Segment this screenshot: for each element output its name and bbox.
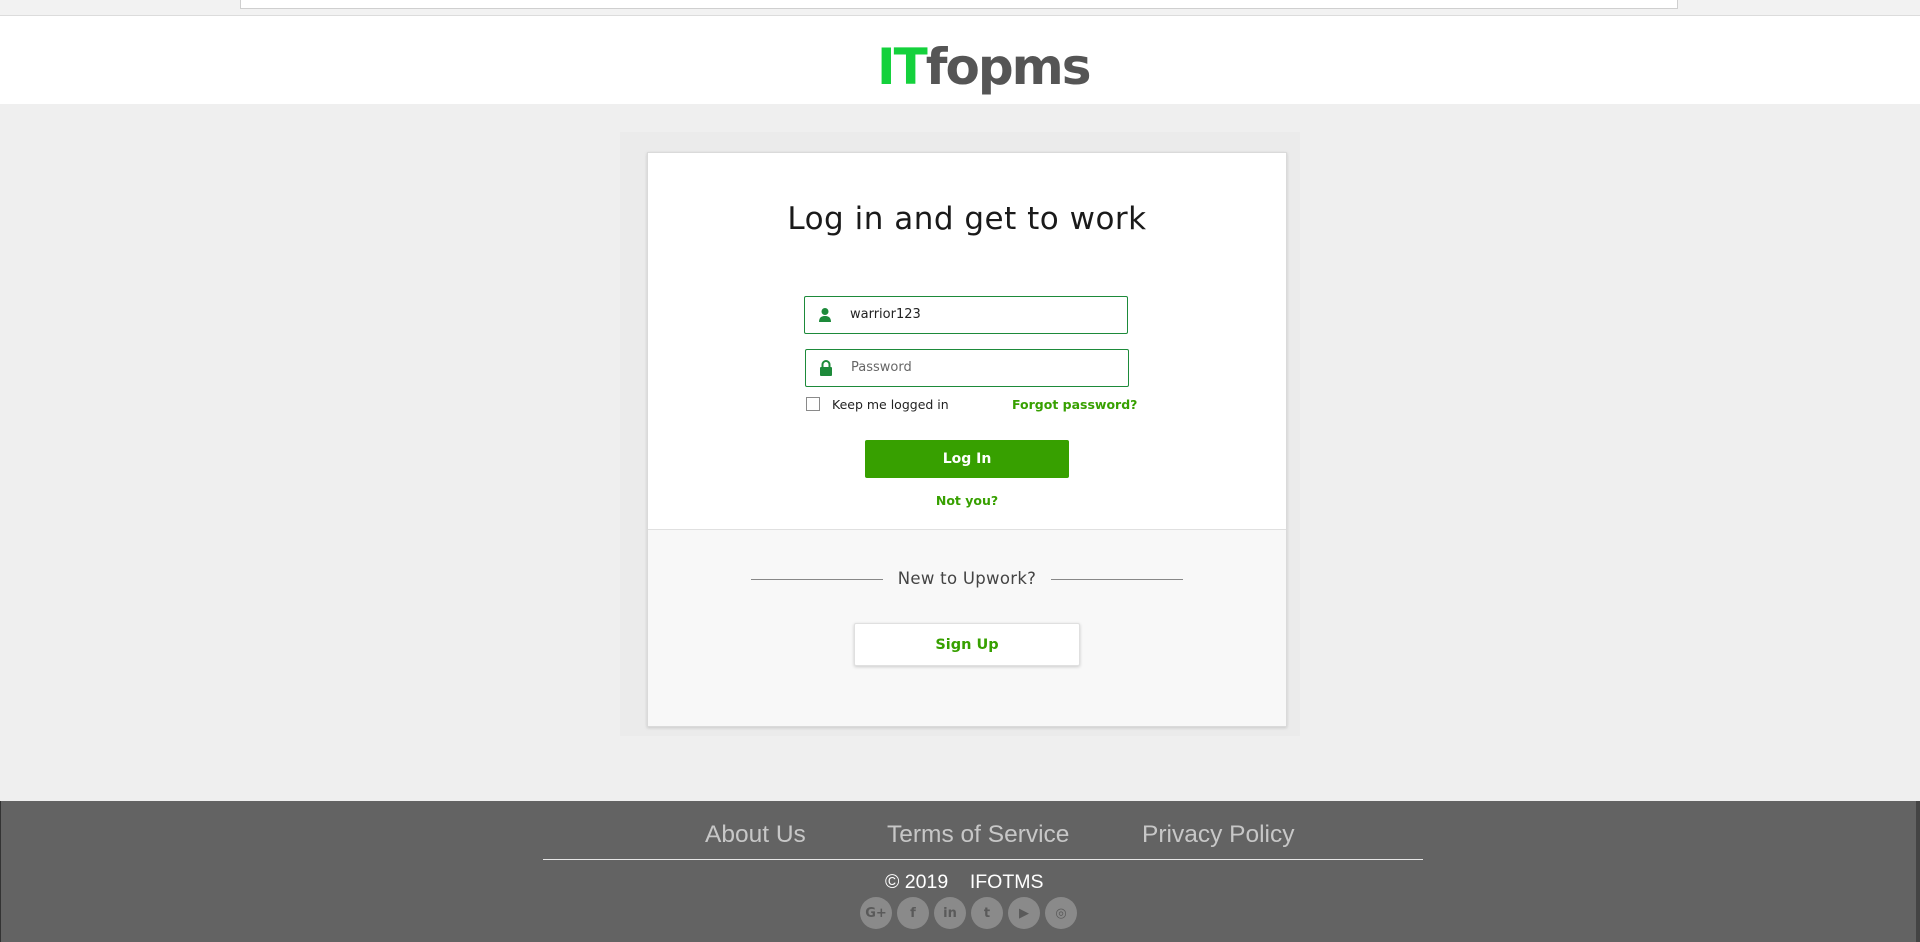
instagram-icon[interactable]: ◎ (1045, 897, 1077, 929)
social-links: G+ f in t ▶ ◎ (860, 897, 1077, 929)
password-field[interactable] (805, 349, 1129, 387)
login-button[interactable]: Log In (865, 440, 1069, 478)
signup-section: New to Upwork? Sign Up (648, 529, 1286, 726)
footer-link-about[interactable]: About Us (705, 821, 806, 849)
site-header: ITfopms (0, 16, 1920, 104)
signup-button[interactable]: Sign Up (854, 623, 1080, 666)
site-logo[interactable]: ITfopms (877, 42, 1091, 92)
linkedin-icon[interactable]: in (934, 897, 966, 929)
footer-divider (543, 859, 1423, 860)
top-bar (240, 0, 1678, 9)
remember-checkbox[interactable] (806, 397, 820, 411)
login-card: Log in and get to work Keep me logged in… (647, 152, 1287, 727)
new-to-divider: New to Upwork? (751, 569, 1183, 589)
footer-link-privacy[interactable]: Privacy Policy (1142, 821, 1294, 849)
google-plus-icon[interactable]: G+ (860, 897, 892, 929)
site-footer: About Us Terms of Service Privacy Policy… (0, 801, 1920, 942)
username-field[interactable] (804, 296, 1128, 334)
forgot-password-link[interactable]: Forgot password? (1012, 397, 1137, 412)
footer-right-edge (1916, 801, 1920, 942)
remember-label: Keep me logged in (832, 396, 949, 412)
logo-rest: fopms (925, 38, 1092, 96)
copyright: © 2019 IFOTMS (885, 871, 1044, 894)
password-input[interactable] (851, 350, 1121, 385)
username-input[interactable] (850, 297, 1120, 332)
twitter-icon[interactable]: t (971, 897, 1003, 929)
page-title: Log in and get to work (787, 201, 1147, 237)
copyright-year: © 2019 (885, 871, 949, 893)
remember-me[interactable]: Keep me logged in (806, 396, 949, 412)
footer-link-terms[interactable]: Terms of Service (887, 821, 1069, 849)
browser-top-strip (0, 0, 1920, 16)
divider-line-right (1051, 579, 1183, 580)
user-icon (819, 308, 831, 322)
logo-it: IT (877, 38, 928, 96)
not-you-link[interactable]: Not you? (648, 493, 1286, 508)
lock-icon (820, 360, 832, 376)
copyright-brand: IFOTMS (969, 871, 1044, 893)
facebook-icon[interactable]: f (897, 897, 929, 929)
youtube-icon[interactable]: ▶ (1008, 897, 1040, 929)
